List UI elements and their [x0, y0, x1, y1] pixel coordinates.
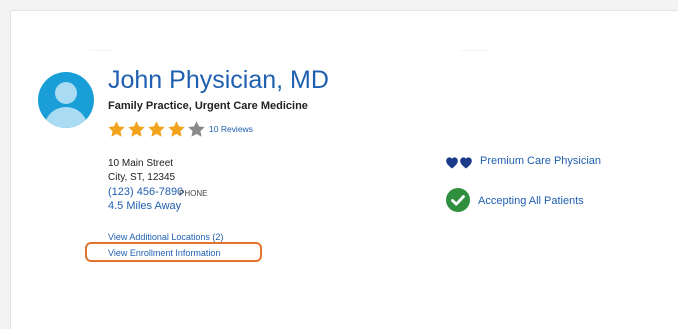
distance[interactable]: 4.5 Miles Away: [108, 200, 181, 212]
highlight-box: [85, 242, 262, 262]
additional-locations-link[interactable]: View Additional Locations (2): [108, 232, 223, 242]
avatar-head: [55, 82, 77, 104]
provider-name[interactable]: John Physician, MD: [108, 66, 329, 95]
phone-type-label: PHONE: [179, 189, 208, 198]
star-icon: [148, 121, 165, 137]
reviews-link[interactable]: 10 Reviews: [209, 124, 253, 134]
divider: [90, 50, 114, 51]
provider-specialties: Family Practice, Urgent Care Medicine: [108, 100, 308, 112]
avatar-body: [44, 107, 88, 128]
address-line-2: City, ST, 12345: [108, 172, 176, 183]
accepting-patients-label: Accepting All Patients: [478, 195, 584, 207]
phone-number[interactable]: (123) 456-7890: [108, 186, 183, 198]
premium-care-label: Premium Care Physician: [480, 155, 602, 167]
provider-card: [10, 10, 678, 329]
divider: [460, 50, 490, 51]
heart-icon: [446, 157, 472, 169]
avatar: [38, 72, 94, 128]
address-line-1: 10 Main Street: [108, 158, 174, 169]
star-icon: [128, 121, 145, 137]
star-icon: [108, 121, 125, 137]
star-icon: [168, 121, 185, 137]
check-circle-icon: [446, 188, 470, 212]
star-icon: [188, 121, 205, 137]
